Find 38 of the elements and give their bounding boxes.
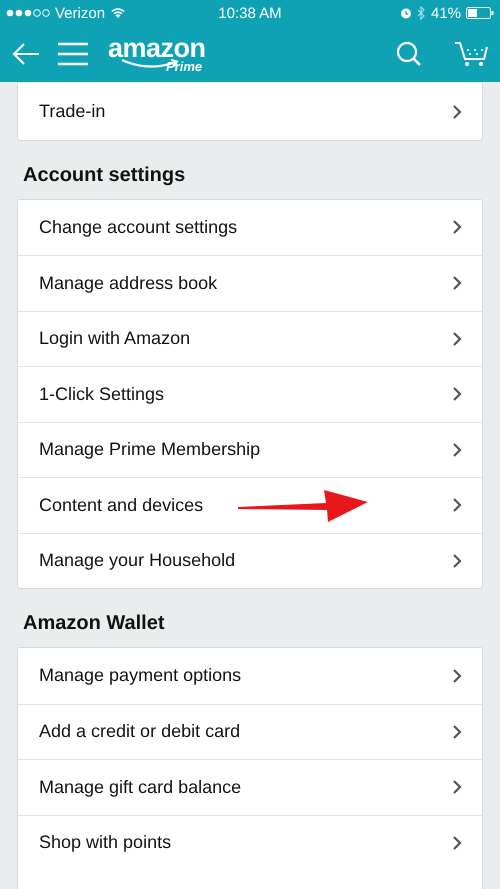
chevron-icon: [452, 330, 462, 347]
status-time: 10:38 AM: [218, 4, 282, 22]
chevron-icon: [452, 552, 462, 569]
settings-row[interactable]: Change account settings: [18, 200, 482, 255]
chevron-icon: [452, 668, 462, 684]
settings-row[interactable]: Manage gift card balance: [18, 759, 482, 814]
battery-percent: 41%: [430, 4, 461, 22]
chevron-icon: [452, 779, 462, 796]
bluetooth-icon: [416, 6, 426, 20]
section-heading: Amazon Wallet: [22, 611, 166, 636]
wifi-icon: [110, 7, 126, 19]
chevron-icon: [452, 275, 462, 292]
settings-row[interactable]: Manage your Household: [18, 532, 482, 588]
menu-icon[interactable]: [58, 42, 88, 66]
alarm-icon: [400, 7, 412, 19]
settings-row[interactable]: Trade-in: [18, 84, 482, 140]
section-heading: Account settings: [22, 162, 186, 188]
back-arrow-icon[interactable]: [12, 42, 40, 66]
settings-row[interactable]: Add a credit or debit card: [18, 704, 482, 759]
settings-row[interactable]: Content and devices: [18, 477, 482, 532]
chevron-icon: [452, 219, 462, 236]
settings-row[interactable]: Manage payment options: [18, 648, 482, 704]
settings-row[interactable]: Shop with points: [18, 814, 482, 870]
settings-row[interactable]: 1-Click Settings: [18, 366, 482, 422]
settings-row[interactable]: Login with Amazon: [18, 310, 482, 366]
signal-icon: [6, 9, 50, 17]
chevron-icon: [452, 104, 462, 120]
settings-row[interactable]: Manage Prime Membership: [18, 422, 482, 477]
battery-icon: [466, 7, 494, 19]
chevron-icon: [452, 724, 462, 740]
search-icon[interactable]: [396, 41, 422, 67]
settings-row[interactable]: Manage address book: [18, 255, 482, 310]
cart-icon[interactable]: [454, 40, 488, 68]
chevron-icon: [452, 497, 462, 514]
chevron-icon: [452, 442, 462, 458]
chevron-icon: [452, 386, 462, 402]
chevron-icon: [452, 834, 462, 851]
carrier-name: Verizon: [55, 4, 106, 22]
